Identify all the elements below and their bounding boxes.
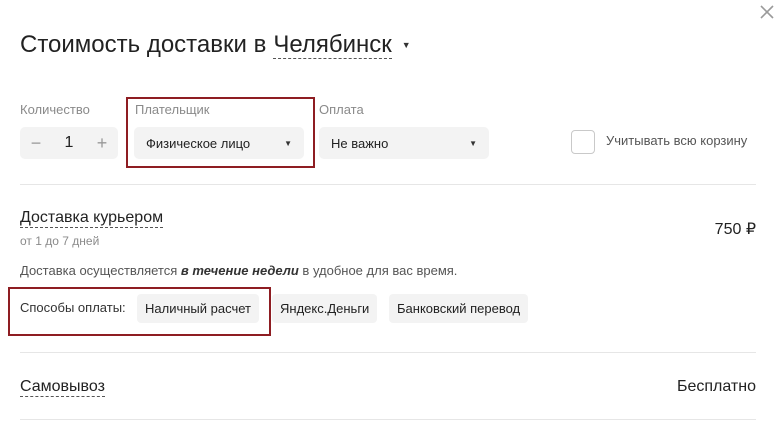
city-selector[interactable]: Челябинск bbox=[273, 31, 392, 59]
city-caret-icon[interactable]: ▼ bbox=[402, 40, 411, 50]
divider bbox=[20, 419, 756, 420]
whole-cart-checkbox[interactable] bbox=[571, 130, 595, 154]
payment-select[interactable]: Не важно ▼ bbox=[319, 127, 489, 159]
description-text-start: Доставка осуществляется bbox=[20, 263, 181, 278]
courier-delivery-title[interactable]: Доставка курьером bbox=[20, 208, 164, 228]
quantity-stepper: − 1 + bbox=[20, 127, 118, 159]
description-text-bold: в течение недели bbox=[180, 263, 299, 278]
payment-methods-highlight-frame bbox=[8, 287, 271, 336]
payment-chip-yandex[interactable]: Яндекс.Деньги bbox=[272, 294, 378, 323]
page-title-text: Стоимость доставки в bbox=[20, 31, 267, 58]
payment-caret-icon: ▼ bbox=[469, 138, 477, 148]
payment-label: Оплата bbox=[319, 102, 364, 117]
payment-select-value: Не важно bbox=[331, 135, 389, 151]
courier-delivery-description: Доставка осуществляется в течение недели… bbox=[20, 263, 457, 278]
payment-chip-bank[interactable]: Банковский перевод bbox=[389, 294, 529, 323]
courier-delivery-period: от 1 до 7 дней bbox=[20, 234, 100, 248]
quantity-value[interactable]: 1 bbox=[65, 134, 74, 152]
close-button[interactable] bbox=[758, 3, 776, 21]
quantity-plus-button[interactable]: + bbox=[95, 134, 109, 152]
pickup-price: Бесплатно bbox=[676, 378, 756, 395]
quantity-label: Количество bbox=[20, 102, 90, 117]
page-title: Стоимость доставки в Челябинск ▼ bbox=[20, 31, 411, 59]
courier-delivery-price: 750 ₽ bbox=[714, 221, 756, 238]
payer-highlight-frame bbox=[126, 97, 315, 168]
close-icon bbox=[760, 5, 774, 19]
divider bbox=[20, 352, 756, 353]
description-text-end: в удобное для вас время. bbox=[298, 263, 458, 278]
pickup-title[interactable]: Самовывоз bbox=[20, 377, 105, 397]
quantity-minus-button[interactable]: − bbox=[29, 134, 43, 152]
whole-cart-label[interactable]: Учитывать всю корзину bbox=[606, 133, 747, 148]
divider bbox=[20, 184, 756, 185]
